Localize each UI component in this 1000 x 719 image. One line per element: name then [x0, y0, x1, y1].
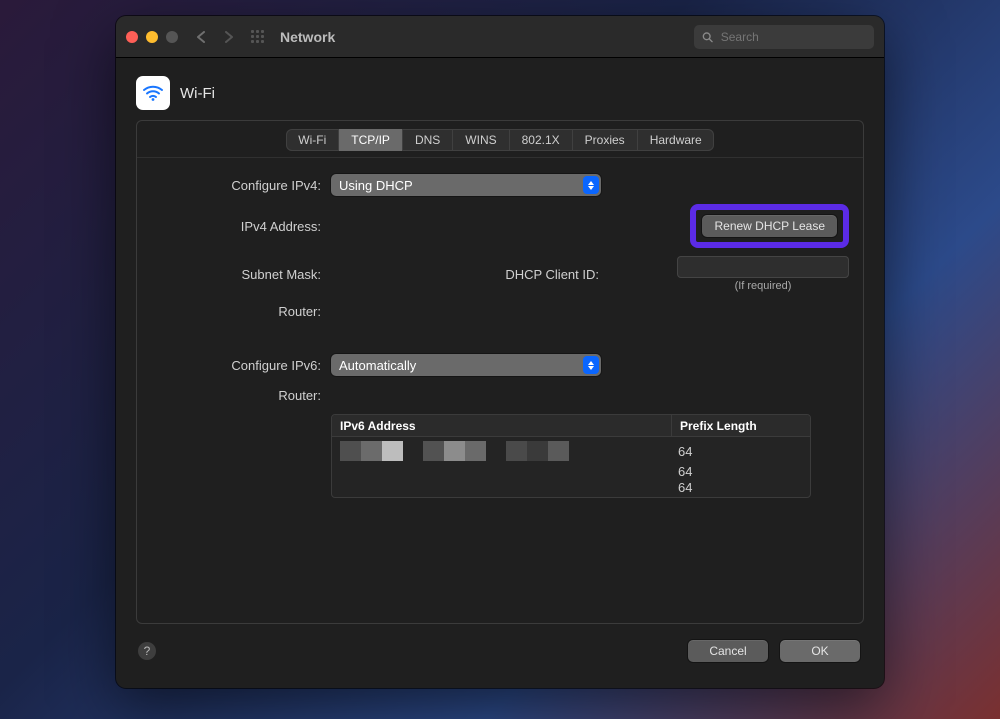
wifi-icon — [136, 76, 170, 110]
divider — [137, 157, 863, 158]
ipv4-address-label: IPv4 Address: — [151, 219, 321, 234]
ipv6-table: IPv6 Address Prefix Length — [331, 414, 811, 498]
maximize-window-icon[interactable] — [166, 31, 178, 43]
table-body: 64 64 64 — [332, 437, 810, 497]
router-label-ipv6: Router: — [151, 388, 321, 403]
tab-wins[interactable]: WINS — [453, 129, 509, 151]
col-ipv6-address[interactable]: IPv6 Address — [332, 415, 672, 436]
prefix-length-value: 64 — [678, 480, 802, 495]
configure-ipv6-label: Configure IPv6: — [151, 358, 321, 373]
up-down-arrows-icon — [583, 176, 599, 194]
tab-proxies[interactable]: Proxies — [573, 129, 638, 151]
renew-dhcp-lease-button[interactable]: Renew DHCP Lease — [702, 215, 837, 237]
window-title: Network — [280, 29, 335, 45]
service-name: Wi-Fi — [180, 85, 215, 102]
tab-tcpip[interactable]: TCP/IP — [339, 129, 403, 151]
tabbar: Wi-Fi TCP/IP DNS WINS 802.1X Proxies Har… — [137, 121, 863, 157]
search-input[interactable] — [719, 29, 866, 45]
table-header: IPv6 Address Prefix Length — [332, 415, 810, 437]
prefix-length-value: 64 — [678, 444, 802, 459]
configure-ipv6-select[interactable]: Automatically — [331, 354, 601, 376]
configure-ipv6-value: Automatically — [339, 358, 416, 373]
tabs: Wi-Fi TCP/IP DNS WINS 802.1X Proxies Har… — [286, 129, 713, 151]
ok-button[interactable]: OK — [780, 640, 860, 662]
search-icon — [702, 31, 713, 43]
forward-button[interactable] — [218, 26, 240, 48]
table-row[interactable]: 64 — [340, 441, 802, 461]
help-button[interactable]: ? — [138, 642, 156, 660]
tab-8021x[interactable]: 802.1X — [510, 129, 573, 151]
highlight-ring: Renew DHCP Lease — [690, 204, 849, 248]
configure-ipv4-select[interactable]: Using DHCP — [331, 174, 601, 196]
window-controls — [126, 31, 178, 43]
tcpip-form: Configure IPv4: Using DHCP IPv4 Address:… — [137, 166, 863, 506]
dhcp-client-id-label: DHCP Client ID: — [505, 267, 601, 282]
settings-panel: Wi-Fi TCP/IP DNS WINS 802.1X Proxies Har… — [136, 120, 864, 624]
tab-wifi[interactable]: Wi-Fi — [286, 129, 339, 151]
table-row[interactable]: 64 — [340, 481, 802, 493]
ipv6-table-wrap: IPv6 Address Prefix Length — [331, 414, 849, 498]
up-down-arrows-icon — [583, 356, 599, 374]
footer: ? Cancel OK — [136, 640, 864, 674]
minimize-window-icon[interactable] — [146, 31, 158, 43]
prefix-length-value: 64 — [678, 464, 802, 479]
content: Wi-Fi Wi-Fi TCP/IP DNS WINS 802.1X Proxi… — [116, 58, 884, 688]
tab-dns[interactable]: DNS — [403, 129, 453, 151]
network-preferences-window: Network Wi-Fi Wi-Fi TCP/IP DNS WINS 802.… — [116, 16, 884, 688]
titlebar: Network — [116, 16, 884, 58]
configure-ipv4-value: Using DHCP — [339, 178, 413, 193]
dhcp-client-id-input[interactable] — [677, 256, 849, 278]
router-label-ipv4: Router: — [151, 304, 321, 319]
if-required-hint: (If required) — [677, 280, 849, 292]
tab-hardware[interactable]: Hardware — [638, 129, 714, 151]
table-row[interactable]: 64 — [340, 461, 802, 481]
cancel-button[interactable]: Cancel — [688, 640, 768, 662]
close-window-icon[interactable] — [126, 31, 138, 43]
subnet-mask-label: Subnet Mask: — [151, 267, 321, 282]
col-prefix-length[interactable]: Prefix Length — [672, 415, 810, 436]
back-button[interactable] — [190, 26, 212, 48]
search-field[interactable] — [694, 25, 874, 49]
apps-grid-icon[interactable] — [250, 29, 266, 45]
configure-ipv4-label: Configure IPv4: — [151, 178, 321, 193]
service-header: Wi-Fi — [136, 76, 864, 110]
